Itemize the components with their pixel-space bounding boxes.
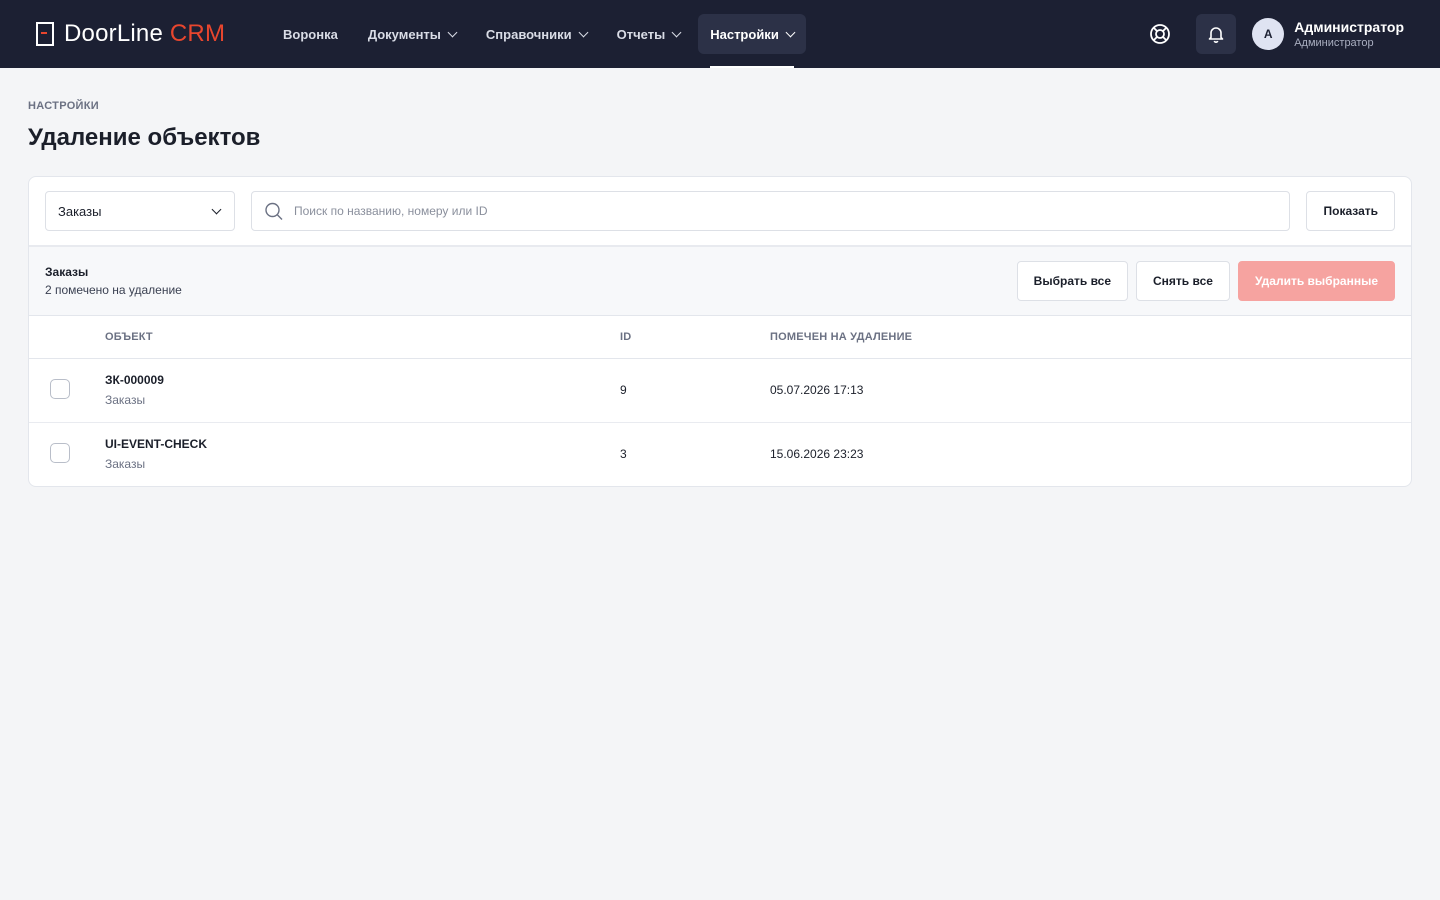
nav-item-settings[interactable]: Настройки bbox=[698, 14, 806, 68]
chevron-down-icon bbox=[447, 27, 458, 37]
page-title: Удаление объектов bbox=[28, 124, 261, 151]
row-checkbox[interactable] bbox=[50, 442, 70, 463]
select-all-button[interactable]: Выбрать все bbox=[1016, 261, 1129, 301]
nav-item-reports[interactable]: Отчеты bbox=[605, 14, 693, 54]
header-object: ОБЪЕКТ bbox=[105, 316, 620, 359]
marked-count: 2 помечено на удаление bbox=[45, 283, 182, 297]
marked-date: 15.06.2026 23:23 bbox=[770, 447, 864, 462]
table-row: ЗК-000009 Заказы 9 05.07.2026 17:13 bbox=[29, 358, 1411, 423]
table-header: ОБЪЕКТ ID ПОМЕЧЕН НА УДАЛЕНИЕ bbox=[29, 316, 1411, 359]
chevron-down-icon bbox=[671, 27, 682, 37]
selection-summary: Заказы 2 помечено на удаление Выбрать вс… bbox=[29, 247, 1411, 316]
door-logo-icon bbox=[36, 22, 54, 46]
object-type-select[interactable]: Заказы bbox=[45, 191, 235, 231]
brand-name: DoorLine CRM bbox=[64, 20, 226, 47]
user-role: Администратор bbox=[1294, 37, 1374, 49]
notifications-button[interactable] bbox=[1196, 14, 1237, 54]
bell-icon bbox=[1208, 27, 1224, 43]
header-check bbox=[29, 316, 105, 359]
objects-table: ОБЪЕКТ ID ПОМЕЧЕН НА УДАЛЕНИЕ ЗК-000009 … bbox=[29, 316, 1411, 486]
chevron-down-icon bbox=[211, 204, 222, 214]
brand-logo[interactable]: DoorLine CRM bbox=[36, 20, 271, 48]
top-navbar: DoorLine CRM Воронка Документы Справочни… bbox=[0, 0, 1440, 68]
nav-item-funnel[interactable]: Воронка bbox=[271, 14, 350, 54]
marked-date: 05.07.2026 17:13 bbox=[770, 358, 1411, 423]
filter-bar: Заказы Показать bbox=[29, 177, 1411, 247]
row-checkbox[interactable] bbox=[50, 378, 70, 399]
main-content: НАСТРОЙКИ Удаление объектов Заказы Показ… bbox=[0, 68, 1440, 519]
chevron-down-icon bbox=[785, 27, 796, 37]
breadcrumb: НАСТРОЙКИ bbox=[28, 100, 99, 112]
user-menu[interactable]: A Администратор Администратор bbox=[1252, 18, 1404, 50]
show-button[interactable]: Показать bbox=[1306, 191, 1395, 231]
object-id: 3 bbox=[620, 447, 627, 462]
object-id: 9 bbox=[620, 358, 770, 423]
object-name: UI-EVENT-CHECK bbox=[105, 437, 208, 452]
header-marked: ПОМЕЧЕН НА УДАЛЕНИЕ bbox=[770, 316, 1411, 359]
chevron-down-icon bbox=[578, 27, 589, 37]
main-nav: Воронка Документы Справочники Отчеты Нас… bbox=[271, 14, 806, 68]
summary-title: Заказы bbox=[45, 265, 89, 279]
lifebuoy-icon bbox=[1150, 24, 1171, 44]
support-button[interactable] bbox=[1140, 14, 1180, 54]
delete-selected-button[interactable]: Удалить выбранные bbox=[1237, 261, 1395, 301]
search-box bbox=[251, 191, 1291, 231]
deselect-all-button[interactable]: Снять все bbox=[1136, 261, 1230, 301]
search-icon bbox=[265, 202, 283, 220]
nav-item-directories[interactable]: Справочники bbox=[474, 14, 599, 54]
header-id: ID bbox=[620, 316, 770, 359]
object-type: Заказы bbox=[105, 393, 146, 407]
object-type: Заказы bbox=[105, 457, 146, 472]
avatar: A bbox=[1252, 18, 1285, 50]
object-name: ЗК-000009 bbox=[105, 373, 164, 387]
nav-item-documents[interactable]: Документы bbox=[356, 14, 468, 54]
table-row: UI-EVENT-CHECK Заказы 3 15.06.2026 23:23 bbox=[29, 422, 1411, 486]
deletion-card: Заказы Показать Заказы 2 помечено на уда… bbox=[28, 176, 1412, 487]
search-input[interactable] bbox=[294, 204, 1278, 218]
user-name: Администратор bbox=[1294, 19, 1404, 35]
